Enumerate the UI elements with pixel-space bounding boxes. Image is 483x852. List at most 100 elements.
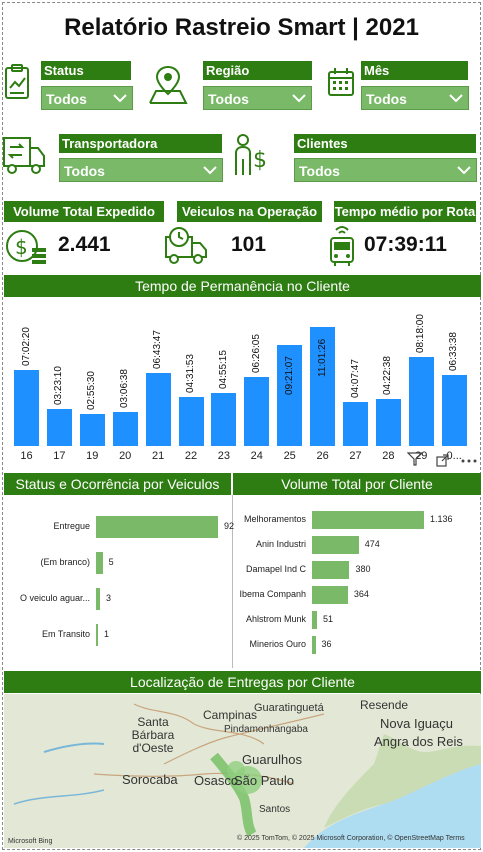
kpi-tempo-value: 07:39:11	[364, 233, 447, 256]
map-place-santa-barbara: Santa Bárbara d'Oeste	[131, 715, 175, 755]
status-dropdown-value: Todos	[46, 91, 87, 107]
permanencia-bar-label: 08:18:00	[415, 313, 427, 353]
permanencia-x-tick: 23	[217, 450, 231, 462]
transportadora-slicer-label: Transportadora	[59, 134, 222, 153]
filter-icon[interactable]	[407, 452, 423, 466]
status-bar[interactable]	[96, 624, 98, 646]
clientes-slicer-label: Clientes	[294, 134, 476, 153]
permanencia-x-tick: 20	[119, 450, 132, 462]
map-place-resende: Resende	[360, 698, 409, 712]
bus-wifi-icon	[330, 226, 354, 266]
cliente-bar[interactable]	[312, 511, 424, 529]
chevron-down-icon	[292, 94, 306, 103]
permanencia-bar-label: 11:01:26	[316, 338, 328, 378]
more-options-icon[interactable]	[460, 458, 478, 464]
map-pin-icon	[149, 65, 188, 104]
delivery-map[interactable]: Resende Campinas Guaratinguetá Santa Bár…	[4, 694, 481, 848]
clipboard-chart-icon	[5, 64, 29, 99]
map-place-nova-iguacu: Nova Iguaçu	[380, 716, 453, 731]
permanencia-bar-label: 04:55:15	[217, 350, 229, 389]
map-place-pindamonhangaba: Pindamonhangaba	[224, 724, 308, 735]
chevron-down-icon	[203, 166, 217, 175]
cliente-bar[interactable]	[312, 611, 318, 629]
permanencia-x-tick: 24	[250, 450, 263, 462]
permanencia-bar[interactable]	[244, 376, 270, 446]
cliente-value-label: 380	[355, 564, 371, 574]
status-bar[interactable]	[96, 588, 100, 610]
mes-dropdown[interactable]: Todos	[361, 86, 469, 110]
cliente-bar[interactable]	[312, 586, 348, 604]
status-category-label: Em Transito	[41, 629, 90, 639]
clientes-dropdown-value: Todos	[299, 163, 340, 179]
permanencia-bar[interactable]	[375, 398, 401, 446]
map-place-osasco: Osasco	[194, 773, 239, 788]
permanencia-x-tick: 28	[382, 450, 395, 462]
status-value-label: 3	[105, 593, 111, 603]
cliente-category-label: Minerios Ouro	[249, 639, 306, 649]
permanencia-x-tick: 22	[184, 450, 198, 462]
client-money-icon: $	[235, 134, 267, 175]
page-title: Relatório Rastreio Smart | 2021	[64, 14, 419, 41]
permanencia-bar-label: 06:33:38	[448, 332, 460, 372]
status-bar[interactable]	[96, 516, 218, 538]
mapa-header: Localização de Entregas por Cliente	[4, 671, 481, 693]
permanencia-bar-chart[interactable]: 07:02:20 16 03:23:10 17 02:55:30 19 03:06:38 20…	[0, 300, 483, 470]
clientes-dropdown[interactable]: Todos	[294, 158, 477, 182]
permanencia-x-tick: 17	[53, 450, 66, 462]
permanencia-bar[interactable]	[441, 375, 467, 446]
chevron-down-icon	[457, 166, 471, 175]
status-category-label: O veiculo aguar...	[19, 593, 90, 603]
cliente-category-label: Ahlstrom Munk	[245, 614, 306, 624]
permanencia-bar[interactable]	[46, 409, 72, 446]
status-bar[interactable]	[96, 552, 103, 574]
permanencia-bar[interactable]	[79, 414, 105, 446]
kpi-tempo-label: Tempo médio por Rota	[334, 201, 476, 222]
mes-dropdown-value: Todos	[366, 91, 407, 107]
transportadora-dropdown-value: Todos	[64, 163, 105, 179]
permanencia-x-tick: 25	[283, 450, 296, 462]
permanencia-bar-label: 04:07:47	[349, 359, 361, 398]
permanencia-bar[interactable]	[112, 412, 138, 446]
kpi-veiculos-label: Veiculos na Operação	[177, 201, 322, 222]
svg-text:$: $	[15, 235, 28, 259]
kpi-veiculos-value: 101	[231, 233, 267, 256]
permanencia-bar[interactable]	[343, 402, 368, 446]
map-place-santos: Santos	[259, 804, 291, 815]
permanencia-bar-label: 03:06:38	[119, 369, 131, 409]
permanencia-x-tick: 21	[151, 450, 165, 462]
status-category-label: Entregue	[53, 521, 90, 531]
cliente-bar[interactable]	[312, 636, 316, 654]
permanencia-bar-label: 06:43:47	[152, 330, 164, 370]
cliente-bar[interactable]	[312, 561, 350, 579]
calendar-icon	[328, 68, 354, 96]
regiao-dropdown-value: Todos	[208, 91, 249, 107]
permanencia-bar-label: 02:55:30	[86, 371, 98, 411]
cliente-bar-chart[interactable]: Melhoramentos 1.136 Anin Industri 474 Damape…	[233, 496, 483, 666]
permanencia-bar[interactable]	[408, 356, 434, 446]
truck-clock-icon	[165, 227, 207, 264]
map-place-campinas: Campinas	[203, 708, 258, 722]
status-dropdown[interactable]: Todos	[41, 86, 133, 110]
cliente-value-label: 364	[353, 589, 369, 599]
permanencia-x-tick: 27	[349, 450, 362, 462]
permanencia-bar[interactable]	[211, 392, 237, 446]
permanencia-bar-label: 06:26:05	[250, 333, 262, 373]
focus-mode-icon[interactable]	[436, 454, 449, 467]
permanencia-bar[interactable]	[178, 397, 204, 446]
permanencia-header: Tempo de Permanência no Cliente	[4, 275, 481, 297]
status-bar-chart[interactable]: Entregue 92 (Em branco) 5 O veiculo aguar...…	[0, 496, 234, 666]
map-place-sao-paulo: São Paulo	[234, 773, 294, 788]
cliente-chart-header: Volume Total por Cliente	[233, 473, 481, 495]
permanencia-bar[interactable]	[145, 373, 171, 446]
chevron-down-icon	[449, 94, 463, 103]
permanencia-x-tick: 16	[20, 450, 33, 462]
permanencia-bar[interactable]	[14, 370, 39, 446]
status-value-label: 5	[108, 557, 114, 567]
map-place-angra: Angra dos Reis	[374, 734, 463, 749]
regiao-dropdown[interactable]: Todos	[203, 86, 312, 110]
cliente-bar[interactable]	[312, 536, 359, 554]
transportadora-dropdown[interactable]: Todos	[59, 158, 223, 182]
permanencia-bar-label: 09:21:07	[283, 356, 295, 396]
map-credit[interactable]: © 2025 TomTom, © 2025 Microsoft Corporat…	[237, 835, 465, 842]
cliente-category-label: Melhoramentos	[243, 514, 306, 524]
